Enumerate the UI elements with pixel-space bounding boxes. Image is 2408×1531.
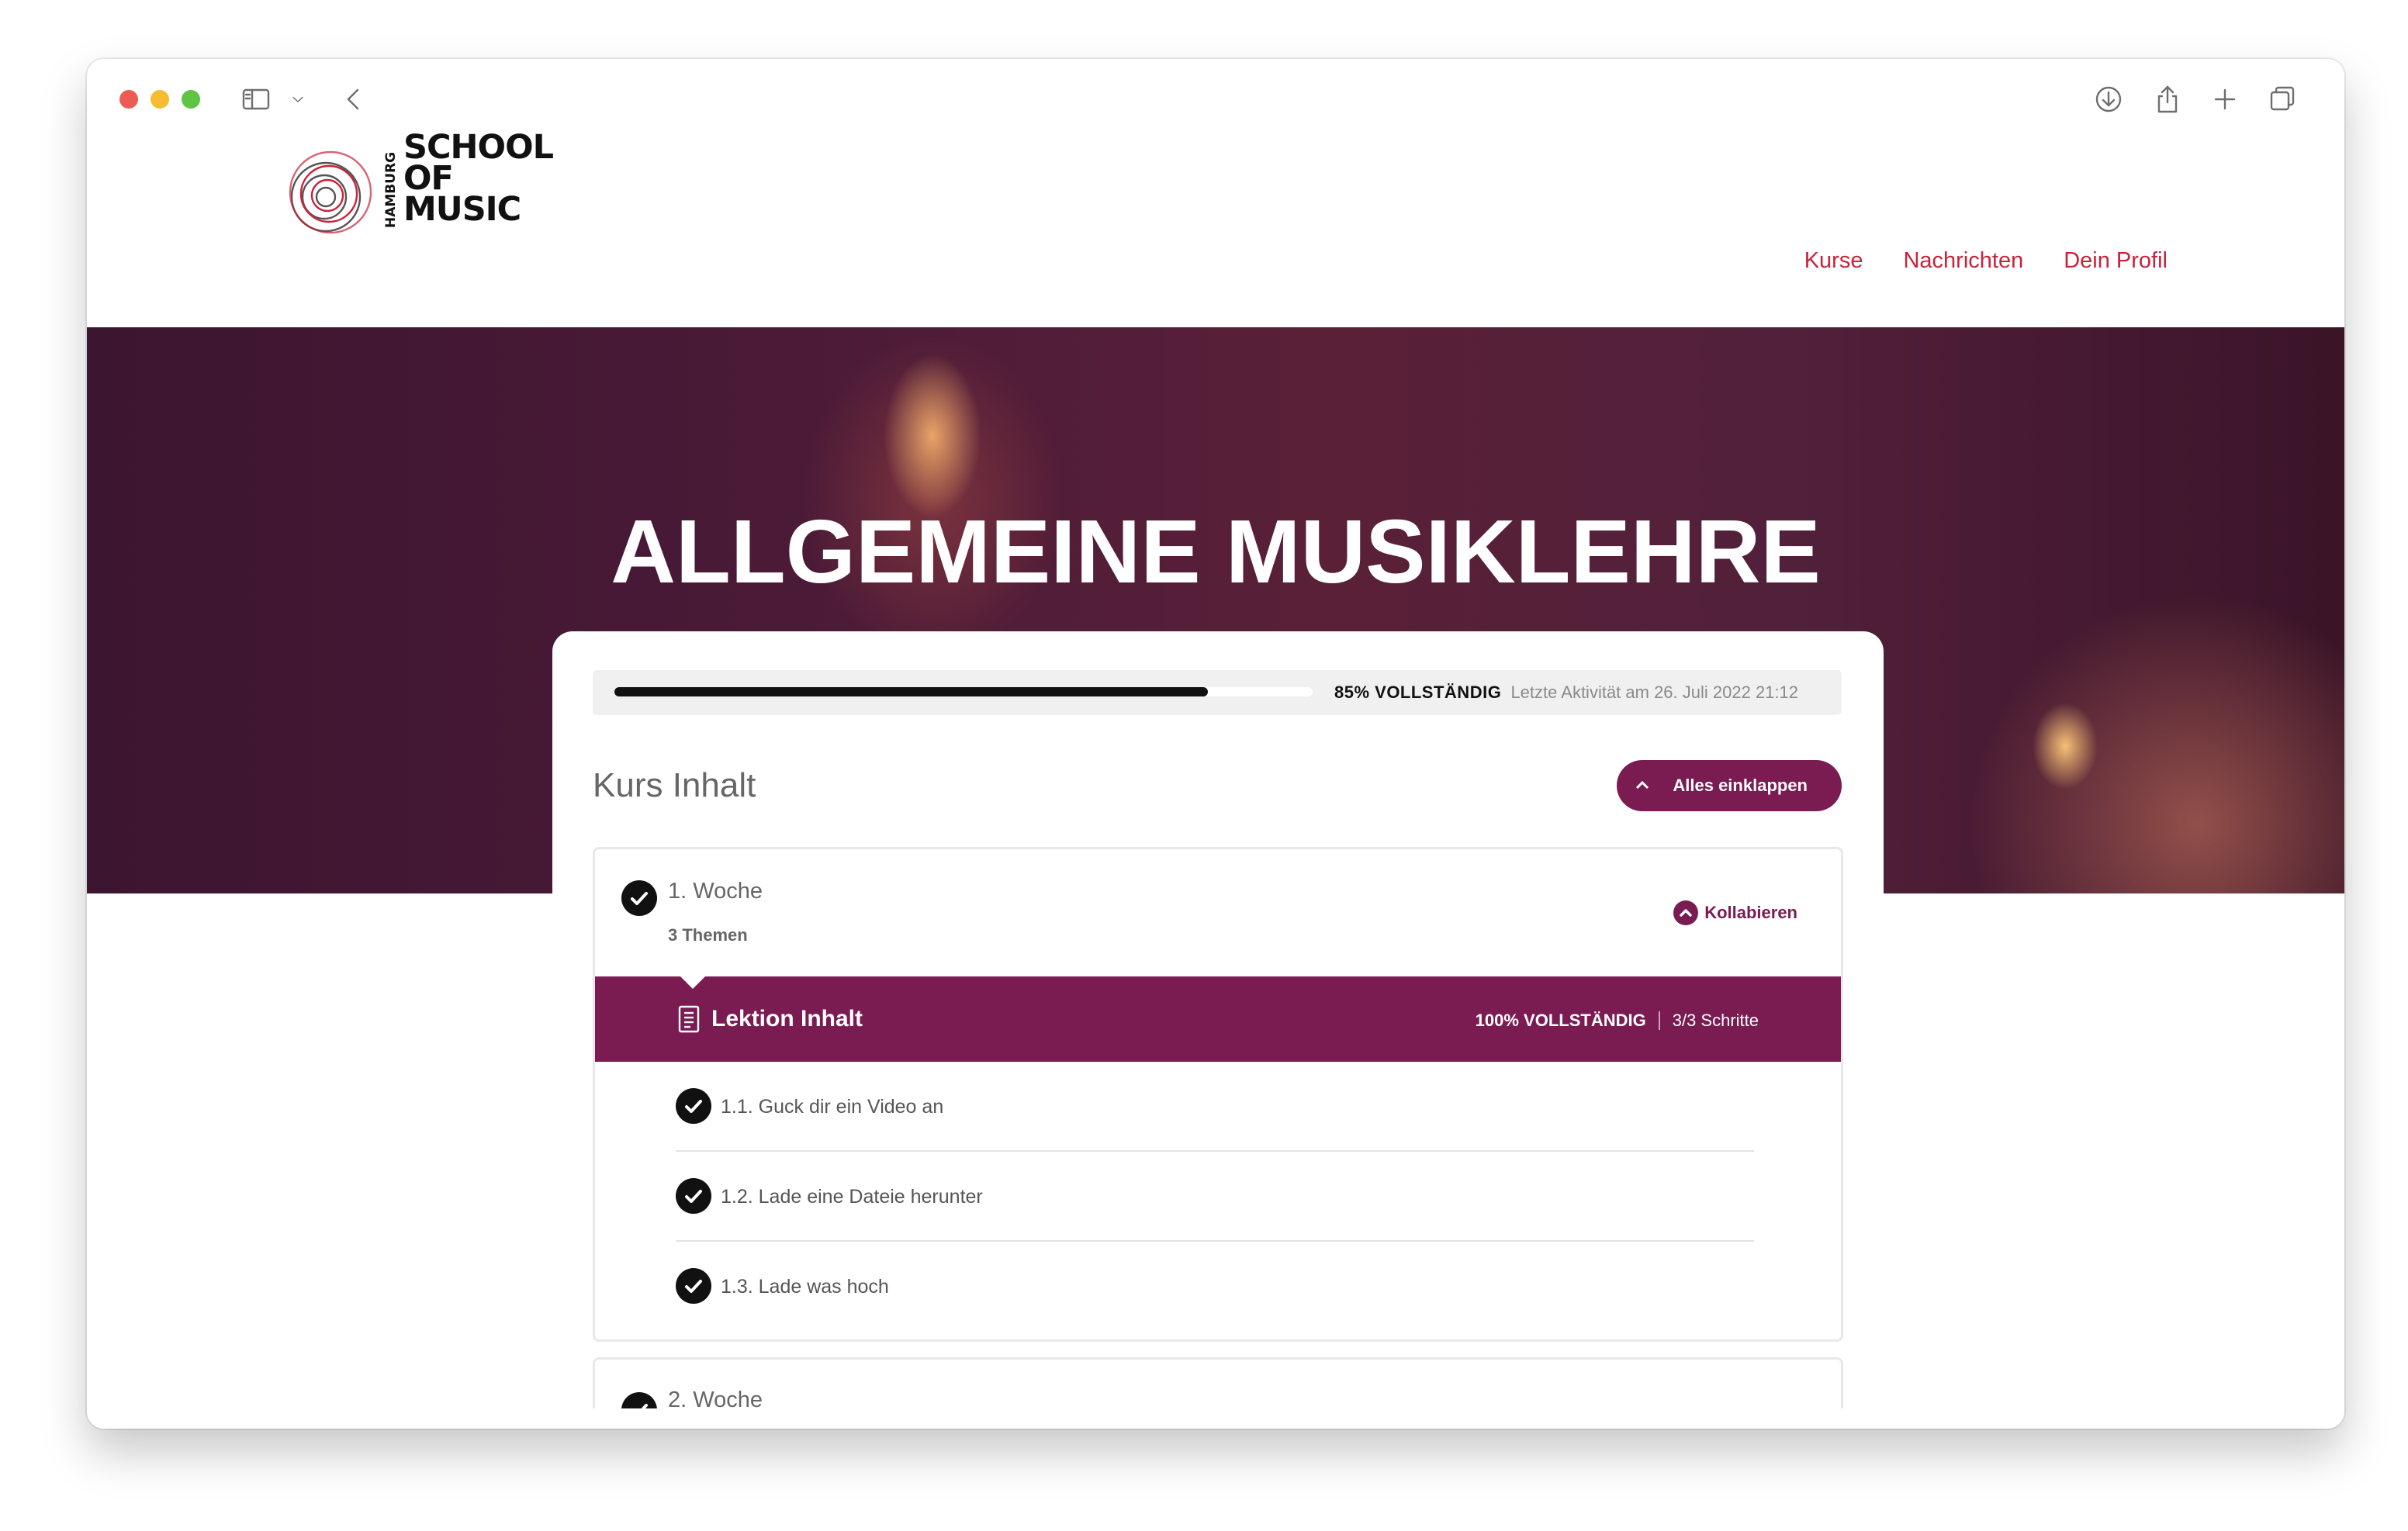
- download-icon[interactable]: [2088, 79, 2129, 119]
- status-divider: [1658, 1011, 1660, 1030]
- lesson-steps: 3/3 Schritte: [1672, 1011, 1759, 1030]
- svg-text:HAMBURG: HAMBURG: [383, 152, 399, 228]
- lesson-step[interactable]: 1.1. Guck dir ein Video an: [676, 1062, 1754, 1152]
- course-content-heading: Kurs Inhalt: [593, 766, 756, 804]
- collapse-week-button[interactable]: Kollabieren: [1673, 900, 1797, 925]
- document-icon: [677, 1004, 701, 1034]
- last-activity: Letzte Aktivität am 26. Juli 2022 21:12: [1510, 683, 1798, 702]
- lesson-notch: [679, 975, 707, 989]
- logo-line-2: OF: [403, 159, 454, 198]
- share-icon[interactable]: [2147, 79, 2188, 119]
- viewport-bottom-edge: [87, 1408, 2344, 1429]
- completed-check-icon: [676, 1088, 711, 1124]
- zoom-window-button[interactable]: [182, 90, 200, 109]
- progress-status: 85% VOLLSTÄNDIG Letzte Aktivität am 26. …: [1334, 683, 1798, 703]
- collapse-week-label: Kollabieren: [1704, 903, 1797, 922]
- completed-check-icon: [676, 1178, 711, 1214]
- back-icon[interactable]: [334, 79, 374, 119]
- lesson-step[interactable]: 1.2. Lade eine Dateie herunter: [676, 1152, 1754, 1242]
- course-title: ALLGEMEINE MUSIKLEHRE: [611, 501, 1821, 602]
- site-logo[interactable]: HAMBURG SCHOOL OF MUSIC: [285, 128, 596, 240]
- completed-check-icon: [621, 880, 657, 916]
- progress-bar-fill: [614, 687, 1208, 696]
- chevron-up-circle-icon: [1673, 900, 1699, 925]
- logo-line-3: MUSIC: [403, 190, 521, 229]
- completed-check-icon: [676, 1268, 711, 1304]
- logo-vertical-text: HAMBURG: [379, 137, 400, 230]
- logo-line-1: SCHOOL: [403, 128, 554, 167]
- browser-window: HAMBURG SCHOOL OF MUSIC Kurse Nachrichte…: [87, 59, 2344, 1429]
- close-window-button[interactable]: [119, 90, 138, 109]
- logo-mark-icon: [289, 150, 372, 234]
- main-nav: Kurse Nachrichten Dein Profil: [1804, 248, 2168, 274]
- progress-section: 85% VOLLSTÄNDIG Letzte Aktivität am 26. …: [593, 670, 1842, 715]
- lesson-progress: 100% VOLLSTÄNDIG: [1475, 1011, 1646, 1030]
- site-header: HAMBURG SCHOOL OF MUSIC Kurse Nachrichte…: [87, 131, 2344, 326]
- lesson-title: Lektion Inhalt: [711, 1006, 863, 1032]
- nav-kurse[interactable]: Kurse: [1804, 248, 1863, 274]
- chevron-up-icon: [1636, 780, 1649, 790]
- week-title[interactable]: 1. Woche: [668, 879, 763, 904]
- step-label: 1.2. Lade eine Dateie herunter: [721, 1186, 983, 1208]
- course-card: 85% VOLLSTÄNDIG Letzte Aktivität am 26. …: [552, 631, 1884, 1429]
- tabs-icon[interactable]: [2262, 79, 2302, 119]
- plus-icon[interactable]: [2205, 79, 2245, 119]
- lesson-step[interactable]: 1.3. Lade was hoch: [676, 1242, 1754, 1332]
- nav-nachrichten[interactable]: Nachrichten: [1903, 248, 2023, 274]
- lesson-status: 100% VOLLSTÄNDIG 3/3 Schritte: [1476, 1011, 1759, 1031]
- week-topic-count: 3 Themen: [668, 925, 748, 945]
- nav-dein-profil[interactable]: Dein Profil: [2064, 248, 2168, 274]
- step-label: 1.1. Guck dir ein Video an: [721, 1096, 944, 1118]
- step-label: 1.3. Lade was hoch: [721, 1276, 889, 1298]
- progress-label: 85% VOLLSTÄNDIG: [1334, 683, 1502, 702]
- lesson-header[interactable]: Lektion Inhalt 100% VOLLSTÄNDIG 3/3 Schr…: [595, 975, 1841, 1062]
- progress-bar: [614, 687, 1313, 696]
- chevron-down-icon[interactable]: [282, 79, 313, 119]
- week-section: 1. Woche 3 Themen Kollabieren Lektion In…: [593, 847, 1843, 1342]
- sidebar-icon[interactable]: [236, 79, 276, 119]
- collapse-all-label: Alles einklappen: [1673, 776, 1808, 795]
- collapse-all-button[interactable]: Alles einklappen: [1617, 760, 1842, 811]
- logo-wordmark: SCHOOL OF MUSIC: [403, 128, 590, 229]
- minimize-window-button[interactable]: [150, 90, 169, 109]
